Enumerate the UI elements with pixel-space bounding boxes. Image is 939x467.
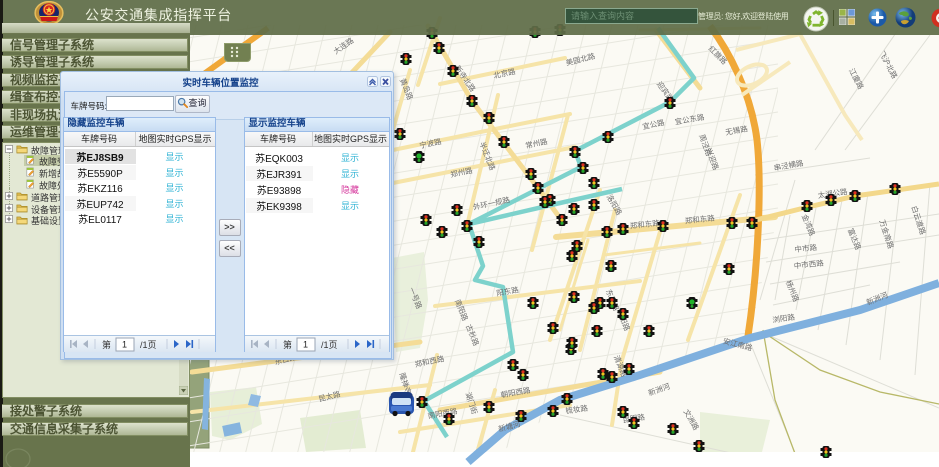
svg-text:第: 第	[283, 339, 292, 350]
svg-text:/1页: /1页	[321, 340, 338, 350]
svg-text:/1页: /1页	[140, 340, 157, 350]
svg-text:1: 1	[303, 340, 308, 350]
svg-text:第: 第	[102, 339, 111, 350]
svg-text:1: 1	[122, 340, 127, 350]
